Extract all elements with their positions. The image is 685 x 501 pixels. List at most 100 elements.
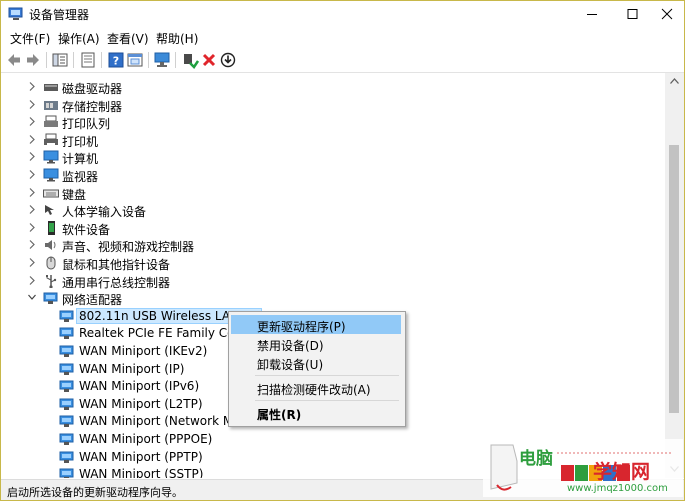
network-adapter-icon <box>59 327 74 340</box>
tree-category-row[interactable]: 计算机 <box>1 148 665 166</box>
menu-disable-device[interactable]: 禁用设备(D) <box>231 334 401 353</box>
expand-arrow-icon[interactable] <box>27 81 37 92</box>
network-adapter-icon <box>59 433 74 445</box>
computer-icon <box>43 150 59 164</box>
forward-icon[interactable] <box>24 51 42 69</box>
menu-update-driver[interactable]: 更新驱动程序(P) <box>231 315 401 334</box>
menu-view[interactable]: 查看(V) <box>107 30 149 47</box>
watermark-logo-text: 电脑 <box>519 449 553 469</box>
tree-category-network-adapters[interactable]: 网络适配器 <box>1 289 665 307</box>
tree-category-label: 键盘 <box>62 187 87 202</box>
menu-uninstall-device-label: 卸载设备(U) <box>257 358 324 372</box>
tree-category-row[interactable]: 监视器 <box>1 166 665 184</box>
properties-icon[interactable] <box>79 51 97 69</box>
expand-arrow-icon[interactable] <box>27 204 37 215</box>
scrollbar-thumb[interactable] <box>669 145 679 413</box>
tree-category-label: 软件设备 <box>62 222 111 237</box>
network-adapter-icon <box>59 310 74 322</box>
close-icon[interactable] <box>651 1 684 28</box>
tree-category-label: 鼠标和其他指针设备 <box>62 258 171 272</box>
tree-category-label: 存储控制器 <box>62 99 123 114</box>
toolbar-separator <box>46 52 47 68</box>
expand-arrow-icon[interactable] <box>27 275 37 286</box>
tree-device-label: WAN Miniport (IP) <box>79 361 185 376</box>
monitor-icon <box>43 168 59 182</box>
download-icon[interactable] <box>219 51 237 69</box>
menu-help[interactable]: 帮助(H) <box>156 30 198 47</box>
toolbar: ? <box>1 48 684 73</box>
status-text: 启动所选设备的更新驱动程序向导。 <box>7 486 183 499</box>
tree-category-label: 人体学输入设备 <box>62 205 147 220</box>
tree-category-row[interactable]: 磁盘驱动器 <box>1 78 665 96</box>
expand-arrow-icon[interactable] <box>27 134 37 145</box>
sound-icon <box>45 240 56 251</box>
tree-category-row[interactable]: 打印队列 <box>1 113 665 131</box>
tree-category-row[interactable]: 键盘 <box>1 184 665 202</box>
scan-hardware-icon[interactable] <box>153 51 171 69</box>
device-manager-app-icon <box>8 7 23 20</box>
tree-category-row[interactable]: 通用串行总线控制器 <box>1 272 665 290</box>
help-icon[interactable]: ? <box>107 51 125 69</box>
menu-scan-hardware-label: 扫描检测硬件改动(A) <box>257 383 371 397</box>
expand-arrow-icon[interactable] <box>27 151 37 162</box>
tree-device-label: WAN Miniport (PPPOE) <box>79 432 213 446</box>
expand-arrow-icon[interactable] <box>27 239 37 250</box>
mouse-icon <box>46 256 56 270</box>
tree-device-label: WAN Miniport (IKEv2) <box>79 344 208 358</box>
tree-category-row[interactable]: 存储控制器 <box>1 96 665 114</box>
tree-device-label: WAN Miniport (Network Mo <box>79 414 241 429</box>
show-hide-tree-icon[interactable] <box>51 51 69 69</box>
network-adapter-icon <box>59 415 74 428</box>
collapse-arrow-icon[interactable] <box>27 292 37 303</box>
disk-drive-icon <box>44 84 58 91</box>
menu-properties[interactable]: 属性(R) <box>231 403 401 422</box>
svg-text:?: ? <box>113 55 119 68</box>
enable-device-icon[interactable] <box>181 51 199 69</box>
tree-category-label: 网络适配器 <box>62 293 123 308</box>
tree-category-row[interactable]: 打印机 <box>1 131 665 149</box>
context-menu: 更新驱动程序(P) 禁用设备(D) 卸载设备(U) 扫描检测硬件改动(A) 属性… <box>228 311 406 427</box>
network-adapter-icon <box>59 345 74 357</box>
network-adapter-icon <box>59 363 74 375</box>
menu-separator <box>255 400 399 401</box>
tree-category-label: 打印队列 <box>62 117 111 132</box>
maximize-icon[interactable] <box>610 1 656 28</box>
tree-category-label: 计算机 <box>62 152 99 167</box>
watermark-url: www.jmqz1000.com <box>567 483 668 494</box>
software-device-icon <box>48 220 55 235</box>
menu-uninstall-device[interactable]: 卸载设备(U) <box>231 353 401 372</box>
expand-arrow-icon[interactable] <box>27 116 37 127</box>
title-bar: 设备管理器 <box>1 1 684 28</box>
expand-arrow-icon[interactable] <box>27 169 37 180</box>
storage-controller-icon <box>44 100 58 110</box>
tree-category-row[interactable]: 人体学输入设备 <box>1 201 665 219</box>
window-title: 设备管理器 <box>29 8 90 22</box>
vertical-scrollbar[interactable] <box>665 73 684 478</box>
menu-file[interactable]: 文件(F) <box>10 30 50 47</box>
device-manager-window: 设备管理器 文件(F) 操作(A) 查看(V) 帮助(H) ? 磁盘驱动器 存储… <box>0 0 685 501</box>
menu-separator <box>255 375 399 376</box>
menu-properties-label: 属性(R) <box>257 408 302 422</box>
menu-bar: 文件(F) 操作(A) 查看(V) 帮助(H) <box>1 28 684 48</box>
tree-device-label: WAN Miniport (PPTP) <box>79 449 203 464</box>
network-adapter-icon <box>59 451 74 463</box>
scroll-up-icon[interactable] <box>669 77 680 85</box>
menu-action[interactable]: 操作(A) <box>58 30 100 47</box>
uninstall-icon[interactable] <box>200 51 218 69</box>
update-driver-icon[interactable] <box>126 51 144 69</box>
expand-arrow-icon[interactable] <box>27 257 37 268</box>
menu-scan-hardware[interactable]: 扫描检测硬件改动(A) <box>231 378 401 397</box>
tree-category-label: 磁盘驱动器 <box>62 82 123 96</box>
tree-category-label: 监视器 <box>62 170 99 184</box>
expand-arrow-icon[interactable] <box>27 99 37 110</box>
minimize-icon[interactable] <box>569 1 615 28</box>
tree-category-row[interactable]: 软件设备 <box>1 219 665 237</box>
network-adapter-icon <box>43 292 58 305</box>
tree-category-row[interactable]: 声音、视频和游戏控制器 <box>1 236 665 254</box>
network-adapter-icon <box>59 380 74 393</box>
expand-arrow-icon[interactable] <box>27 222 37 233</box>
keyboard-icon <box>43 189 59 198</box>
back-icon[interactable] <box>5 51 23 69</box>
expand-arrow-icon[interactable] <box>27 187 37 198</box>
tree-category-row[interactable]: 鼠标和其他指针设备 <box>1 254 665 272</box>
